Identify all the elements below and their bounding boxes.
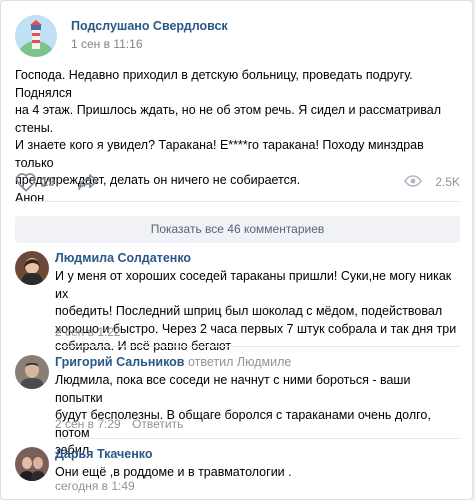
views-counter: 2.5K: [400, 171, 460, 193]
share-icon: [78, 173, 98, 191]
comment-date[interactable]: 2 сен в 7:29: [55, 417, 121, 431]
like-button[interactable]: 19: [15, 171, 75, 193]
comment-date[interactable]: 2 сен в 1:22: [55, 325, 121, 339]
user-photo-icon: [15, 447, 49, 481]
show-all-comments-button[interactable]: Показать все 46 комментариев: [15, 216, 460, 243]
avatar[interactable]: [15, 251, 49, 285]
heart-icon: [16, 173, 36, 192]
post-text-line: на 4 этаж. Пришлось ждать, но не об этом…: [15, 103, 442, 135]
comment: Григорий Сальников ответил Людмиле Людми…: [15, 355, 460, 457]
share-button[interactable]: [77, 171, 103, 193]
comment-date[interactable]: сегодня в 1:49: [55, 479, 135, 493]
divider: [15, 201, 460, 202]
divider: [55, 346, 460, 347]
post-text-line: И знаете кого я увидел? Таракана! Е****г…: [15, 138, 424, 170]
lighthouse-icon: [15, 15, 57, 57]
comment: Дарья Ткаченко Они ещё ,в роддоме и в тр…: [15, 447, 460, 497]
comment-author[interactable]: Дарья Ткаченко: [55, 447, 153, 461]
views-count: 2.5K: [435, 175, 460, 189]
user-photo-icon: [15, 355, 49, 389]
post-header: Подслушано Свердловск 1 сен в 11:16: [15, 15, 455, 59]
reply-button[interactable]: Ответить: [132, 417, 183, 431]
post-actions: 19 2.5K: [15, 171, 460, 193]
comment-author: Григорий Сальников ответил Людмиле: [55, 355, 291, 369]
group-name[interactable]: Подслушано Свердловск: [71, 19, 228, 33]
post-text-line: Господа. Недавно приходил в детскую боль…: [15, 68, 413, 100]
reply-word: ответил: [187, 355, 234, 369]
comment-author-name[interactable]: Григорий Сальников: [55, 355, 185, 369]
comment-author[interactable]: Людмила Солдатенко: [55, 251, 191, 265]
comment-meta: 2 сен в 7:29 Ответить: [55, 417, 183, 431]
like-count: 19: [41, 175, 55, 189]
comment-text-line: победить! Последний шприц был шоколад с …: [55, 304, 443, 318]
divider: [55, 438, 460, 439]
avatar[interactable]: [15, 447, 49, 481]
post-card: Подслушано Свердловск 1 сен в 11:16 Госп…: [0, 0, 473, 500]
comment-text: И у меня от хороших соседей тараканы при…: [55, 268, 460, 356]
avatar[interactable]: [15, 355, 49, 389]
comment-text-line: И у меня от хороших соседей тараканы при…: [55, 269, 452, 301]
reply-target[interactable]: Людмиле: [237, 355, 291, 369]
post-date[interactable]: 1 сен в 11:16: [71, 37, 143, 51]
comment: Людмила Солдатенко И у меня от хороших с…: [15, 251, 460, 353]
user-photo-icon: [15, 251, 49, 285]
eye-icon: [404, 175, 422, 187]
comment-text-line: Людмила, пока все соседи не начнут с ним…: [55, 373, 411, 405]
group-avatar[interactable]: [15, 15, 57, 57]
